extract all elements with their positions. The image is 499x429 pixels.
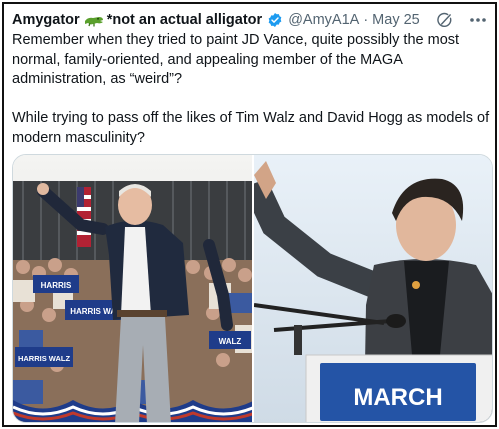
display-name[interactable]: Amygator	[12, 12, 80, 28]
tweet-text: Remember when they tried to paint JD Van…	[12, 31, 490, 148]
grok-icon[interactable]	[436, 12, 453, 29]
media-grid[interactable]: HARRIS WALZ HARRIS WALZ HARRIS WALZ MARC…	[12, 154, 493, 423]
verified-badge-icon	[267, 12, 283, 28]
tweet-paragraph-1: Remember when they tried to paint JD Van…	[12, 32, 460, 87]
rally-photo[interactable]: HARRIS WALZ HARRIS WALZ HARRIS WALZ	[13, 155, 254, 422]
more-options-icon[interactable]	[469, 17, 487, 23]
podium-sign-text: MARCH	[353, 384, 442, 411]
display-name-suffix: *not an actual alligator	[106, 12, 263, 28]
sign-text-2: WALZ	[219, 337, 242, 346]
separator-dot: ·	[363, 12, 369, 28]
sign-text-4: HARRIS WALZ	[18, 354, 70, 363]
tweet-card: Amygator *not an actual alligator @AmyA1…	[2, 2, 497, 427]
sign-text-1: HARRIS	[41, 281, 72, 290]
post-date[interactable]: May 25	[372, 12, 420, 28]
user-handle[interactable]: @AmyA1A	[288, 12, 359, 28]
crocodile-icon	[84, 13, 104, 27]
tweet-header: Amygator *not an actual alligator @AmyA1…	[12, 10, 487, 30]
tweet-paragraph-2: While trying to pass off the likes of Ti…	[12, 110, 490, 146]
podium-photo[interactable]: MARCH	[254, 155, 492, 422]
